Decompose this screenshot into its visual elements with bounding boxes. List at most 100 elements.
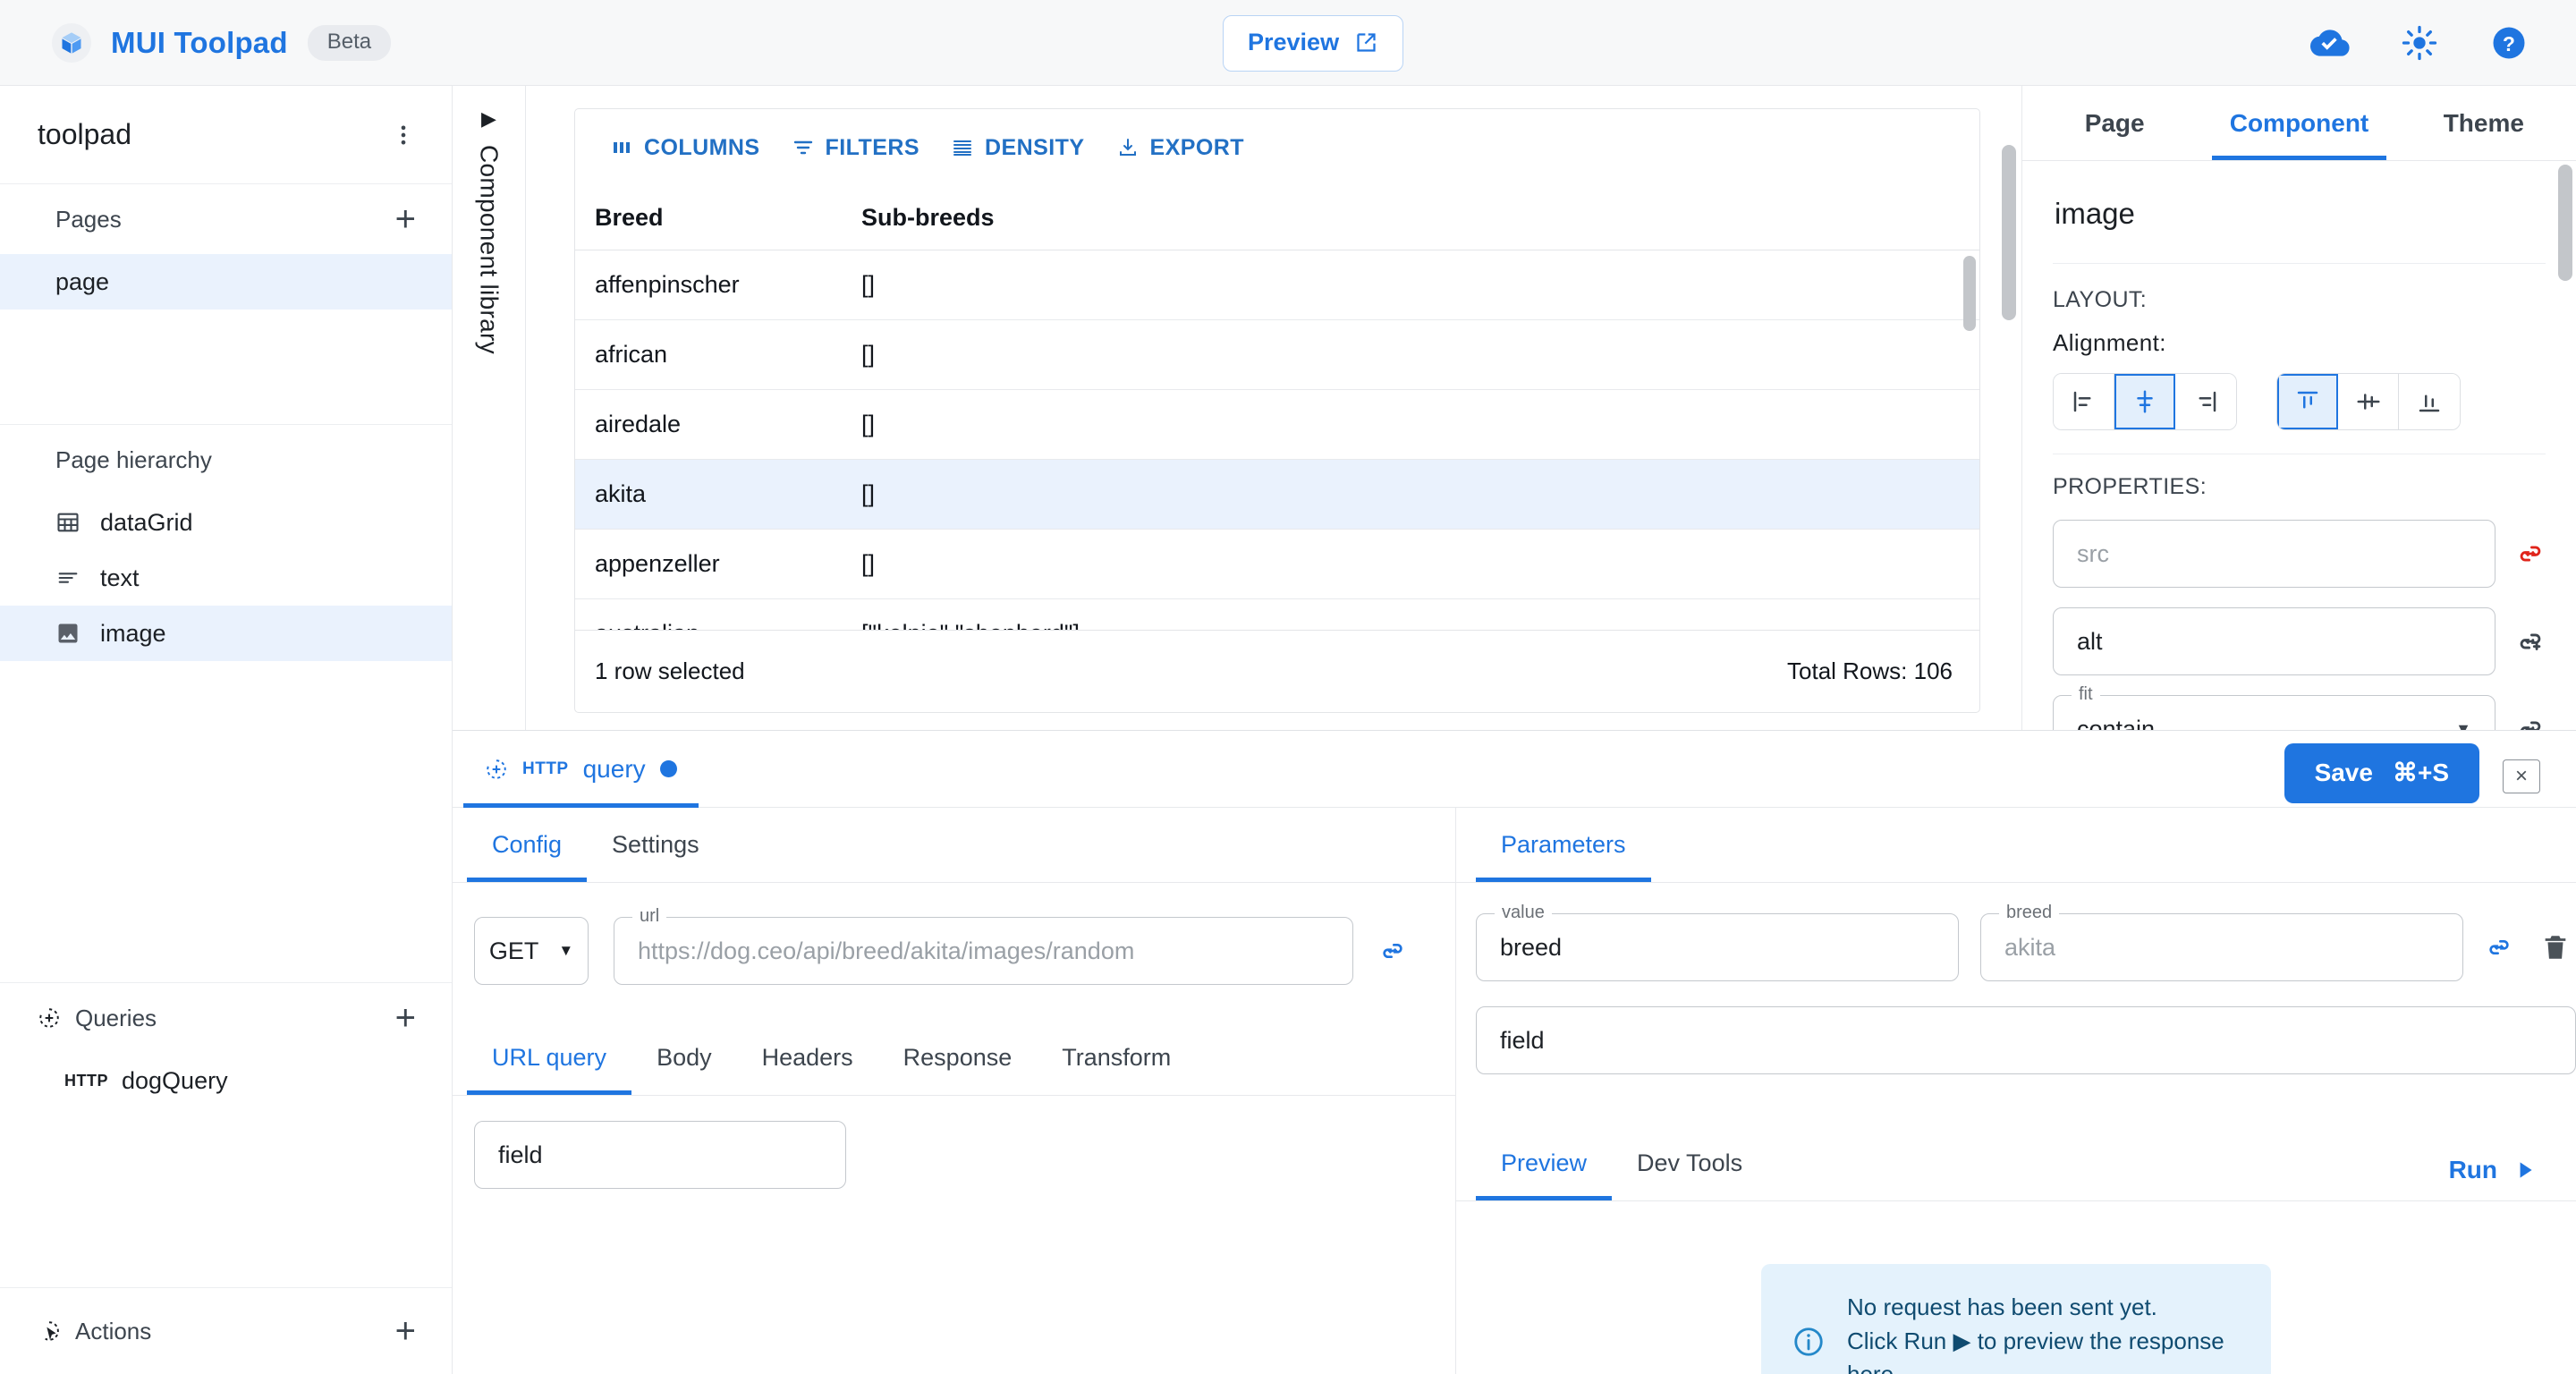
export-button[interactable]: EXPORT: [1101, 126, 1261, 170]
columns-button[interactable]: COLUMNS: [595, 126, 776, 170]
info-circle-icon: [1792, 1291, 1826, 1374]
hierarchy-section-header: Page hierarchy: [0, 425, 452, 495]
inspector-scrollbar[interactable]: [2558, 165, 2572, 281]
query-subtabs: URL query Body Headers Response Transfor…: [453, 1021, 1455, 1096]
tab-dev-tools[interactable]: Dev Tools: [1612, 1125, 1767, 1200]
sidebar-item-page[interactable]: page: [0, 254, 452, 310]
table-row-selected[interactable]: akita []: [575, 460, 1979, 530]
tab-component[interactable]: Component: [2207, 86, 2391, 160]
pages-label: Pages: [55, 206, 122, 233]
pages-section-header: Pages +: [0, 184, 452, 254]
subtab-response[interactable]: Response: [878, 1020, 1038, 1095]
align-left-icon[interactable]: [2054, 374, 2114, 429]
caret-right-icon[interactable]: ▶: [481, 107, 496, 131]
link-add-icon[interactable]: [2515, 626, 2546, 657]
component-library-rail[interactable]: ▶ Component library: [453, 86, 526, 730]
close-icon: ×: [2515, 764, 2528, 789]
add-action-button[interactable]: +: [395, 1320, 416, 1342]
datagrid-scrollbar[interactable]: [1963, 256, 1976, 331]
http-method-select[interactable]: GET ▼: [474, 917, 589, 985]
url-query-field-input[interactable]: field: [474, 1121, 846, 1189]
table-row[interactable]: airedale []: [575, 390, 1979, 460]
filters-button[interactable]: FILTERS: [776, 126, 936, 170]
subtab-body[interactable]: Body: [631, 1020, 737, 1095]
run-button-label: Run: [2449, 1156, 2497, 1184]
align-right-icon[interactable]: [2175, 374, 2236, 429]
src-input[interactable]: src: [2053, 520, 2496, 588]
more-vertical-icon[interactable]: [391, 123, 416, 148]
preview-button[interactable]: Preview: [1223, 15, 1403, 72]
fit-value: contain: [2077, 716, 2155, 731]
link-icon[interactable]: [1378, 937, 1407, 965]
query-target-icon: [485, 758, 508, 781]
sidebar-item-dogquery[interactable]: HTTP dogQuery: [0, 1053, 452, 1108]
density-button-label: DENSITY: [985, 135, 1085, 161]
cloud-done-icon[interactable]: [2302, 15, 2358, 71]
run-button[interactable]: Run: [2449, 1156, 2537, 1184]
add-page-button[interactable]: +: [395, 208, 416, 230]
http-method-value: GET: [489, 937, 539, 965]
url-placeholder-text: https://dog.ceo/api/breed/akita/images/r…: [638, 937, 1134, 965]
parameters-tabs: Parameters: [1456, 808, 2576, 883]
tab-settings[interactable]: Settings: [587, 807, 724, 882]
link-broken-icon[interactable]: [2515, 539, 2546, 569]
link-icon[interactable]: [2485, 933, 2513, 962]
sidebar-item-label: image: [100, 620, 166, 648]
density-button[interactable]: DENSITY: [936, 126, 1101, 170]
open-in-new-icon: [1354, 30, 1378, 55]
sidebar-item-datagrid[interactable]: dataGrid: [0, 495, 452, 550]
help-circle-icon[interactable]: ?: [2481, 15, 2537, 71]
sidebar-spacer: [0, 674, 452, 982]
tab-parameters[interactable]: Parameters: [1476, 807, 1651, 882]
align-center-horizontal-icon[interactable]: [2114, 374, 2175, 429]
fit-select[interactable]: fit contain ▼: [2053, 695, 2496, 730]
sidebar-item-text[interactable]: text: [0, 550, 452, 606]
component-library-label: Component library: [475, 145, 504, 354]
table-row[interactable]: appenzeller []: [575, 530, 1979, 599]
url-input[interactable]: url https://dog.ceo/api/breed/akita/imag…: [614, 917, 1353, 985]
save-button[interactable]: Save ⌘+S: [2284, 743, 2479, 803]
subtab-headers[interactable]: Headers: [737, 1020, 878, 1095]
brightness-sun-icon[interactable]: [2392, 15, 2447, 71]
cell-subbreeds: []: [861, 550, 1979, 578]
inspector-panel: Page Component Theme image LAYOUT: Align…: [2021, 86, 2576, 730]
sidebar-item-image[interactable]: image: [0, 606, 452, 661]
filters-button-label: FILTERS: [826, 135, 919, 161]
parameter-value-input[interactable]: value breed: [1476, 913, 1959, 981]
left-sidebar: toolpad Pages + page Page hierarchy: [0, 86, 453, 1374]
pages-section: Pages + page: [0, 184, 452, 424]
query-tab-dogquery[interactable]: HTTP query: [463, 731, 699, 808]
table-row[interactable]: affenpinscher []: [575, 250, 1979, 320]
tab-preview[interactable]: Preview: [1476, 1125, 1612, 1200]
parameter-binding-legend: breed: [1999, 903, 2059, 923]
column-header-breed[interactable]: Breed: [575, 204, 861, 232]
align-center-vertical-icon[interactable]: [2338, 374, 2399, 429]
link-add-icon[interactable]: [2515, 714, 2546, 730]
actions-section: Actions +: [0, 1288, 452, 1374]
column-header-subbreeds[interactable]: Sub-breeds: [861, 204, 1979, 232]
alignment-label: Alignment:: [2053, 329, 2546, 357]
align-bottom-icon[interactable]: [2399, 374, 2460, 429]
subtab-url-query[interactable]: URL query: [467, 1020, 631, 1095]
subtab-transform[interactable]: Transform: [1037, 1020, 1196, 1095]
tab-page[interactable]: Page: [2022, 86, 2207, 160]
trash-icon[interactable]: [2535, 932, 2576, 963]
columns-icon: [611, 137, 632, 158]
parameter-new-field-input[interactable]: field: [1476, 1006, 2576, 1074]
tab-theme[interactable]: Theme: [2392, 86, 2576, 160]
canvas-scrollbar[interactable]: [2002, 145, 2016, 320]
close-panel-button[interactable]: ×: [2503, 759, 2540, 793]
align-top-icon[interactable]: [2277, 374, 2338, 429]
parameter-row: value breed breed akita: [1476, 913, 2576, 981]
table-row[interactable]: australian ["kelpie","shepherd"]: [575, 599, 1979, 630]
table-row[interactable]: african []: [575, 320, 1979, 390]
parameter-binding-input[interactable]: breed akita: [1980, 913, 2463, 981]
alt-input[interactable]: alt: [2053, 607, 2496, 675]
tab-config[interactable]: Config: [467, 807, 587, 882]
brand: MUI Toolpad Beta: [0, 23, 391, 63]
image-icon: [55, 621, 80, 646]
add-query-button[interactable]: +: [395, 1007, 416, 1029]
actions-section-header: Actions +: [0, 1288, 452, 1374]
request-url-row: GET ▼ url https://dog.ceo/api/breed/akit…: [453, 883, 1455, 985]
query-tab-label: query: [583, 755, 646, 784]
